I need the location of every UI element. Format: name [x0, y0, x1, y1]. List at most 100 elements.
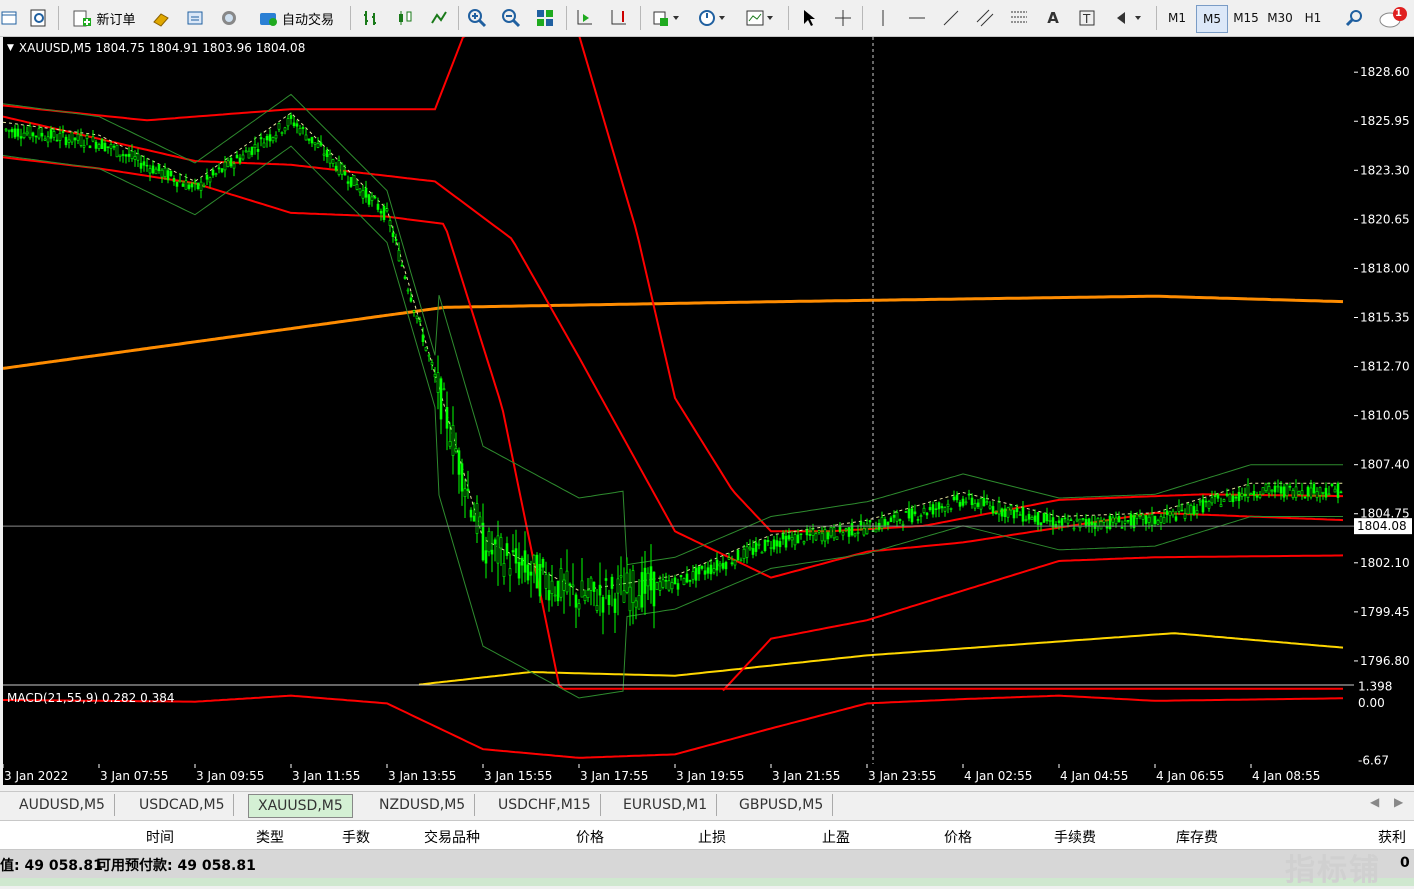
candle-body [346, 181, 350, 184]
candle-body [1324, 487, 1328, 498]
auto-trading-button[interactable]: 自动交易 [250, 5, 342, 31]
candle-body [748, 546, 752, 550]
timeframe-h1[interactable]: H1 [1298, 5, 1328, 31]
column-commission[interactable]: 手续费 [982, 827, 1096, 847]
price-tick-label: 1807.40 [1360, 458, 1410, 472]
tab-nzdusd[interactable]: NZDUSD,M5 [370, 794, 476, 816]
market-watch-icon[interactable] [182, 5, 208, 31]
line-chart-icon[interactable] [426, 5, 452, 31]
column-take-profit[interactable]: 止盈 [736, 827, 850, 847]
candle-body [931, 504, 935, 515]
watermark-logo: 指标铺 [1285, 853, 1381, 888]
bar-chart-icon[interactable] [358, 5, 384, 31]
trend-line-icon[interactable] [938, 5, 964, 31]
candle-body [475, 503, 479, 534]
candle-body [550, 580, 554, 594]
candle-body [439, 378, 443, 420]
candlestick-chart-icon[interactable] [392, 5, 418, 31]
candle-body [592, 581, 596, 592]
candle-body [745, 546, 749, 558]
crosshair-icon[interactable] [830, 5, 856, 31]
candle-body [1006, 507, 1010, 518]
candle-body [319, 142, 323, 146]
arrows-dropdown[interactable] [1108, 5, 1148, 31]
column-stop-loss[interactable]: 止损 [614, 827, 726, 847]
periods-dropdown[interactable] [692, 5, 732, 31]
candle-body [742, 548, 746, 560]
search-icon[interactable] [1342, 5, 1368, 31]
candle-body [142, 161, 146, 166]
trade-table-header: 时间 类型 手数 交易品种 价格 止损 止盈 价格 手续费 库存费 获利 [0, 820, 1414, 850]
column-volume[interactable]: 手数 [294, 827, 370, 847]
candle-body [613, 598, 617, 613]
tabs-scroll-left-icon[interactable]: ◀ [1370, 795, 1379, 809]
tabs-scroll-right-icon[interactable]: ▶ [1394, 795, 1403, 809]
timeframe-m30[interactable]: M30 [1264, 5, 1296, 31]
cursor-icon[interactable] [796, 5, 822, 31]
candle-body [163, 167, 167, 178]
zoom-chart-icon[interactable] [26, 5, 52, 31]
zoom-in-icon[interactable] [464, 5, 490, 31]
candle-body [400, 264, 404, 267]
chart-tabs: AUDUSD,M5 USDCAD,M5 XAUUSD,M5 NZDUSD,M5 … [0, 791, 1414, 818]
candle-body [811, 529, 815, 536]
candle-body [793, 534, 797, 546]
candle-body [598, 584, 602, 596]
vertical-line-icon[interactable] [870, 5, 896, 31]
tab-audusd[interactable]: AUDUSD,M5 [10, 794, 115, 816]
zoom-out-icon[interactable] [498, 5, 524, 31]
timeframe-m1[interactable]: M1 [1162, 5, 1192, 31]
tab-eurusd[interactable]: EURUSD,M1 [614, 794, 718, 816]
candle-body [868, 520, 872, 523]
candle-body [685, 573, 689, 583]
notifications-button[interactable]: 1 [1376, 5, 1410, 31]
band-upper-reversal-line [578, 37, 1343, 533]
candle-body [895, 512, 899, 522]
macd-tick-label: 1.398 [1358, 680, 1392, 694]
signals-icon[interactable] [216, 5, 242, 31]
equidistant-channel-icon[interactable] [972, 5, 998, 31]
candle-body [343, 171, 347, 176]
candle-body [376, 203, 380, 210]
column-profit[interactable]: 获利 [1336, 827, 1406, 847]
tab-gbpusd[interactable]: GBPUSD,M5 [730, 794, 834, 816]
tab-usdchf[interactable]: USDCHF,M15 [489, 794, 601, 816]
column-swap[interactable]: 库存费 [1106, 827, 1218, 847]
svg-text:T: T [1082, 12, 1091, 26]
text-icon[interactable]: A [1040, 5, 1066, 31]
caret-down-icon[interactable]: ▼ [7, 43, 14, 53]
balance-value: 值: 49 058.81 [0, 858, 103, 874]
column-symbol[interactable]: 交易品种 [380, 827, 480, 847]
candle-body [1069, 519, 1073, 522]
templates-dropdown[interactable] [740, 5, 780, 31]
column-type[interactable]: 类型 [184, 827, 284, 847]
candle-body [883, 519, 887, 526]
tab-usdcad[interactable]: USDCAD,M5 [130, 794, 235, 816]
candle-body [382, 205, 386, 220]
chart-window-icon[interactable] [0, 5, 18, 31]
column-price[interactable]: 价格 [490, 827, 604, 847]
tile-windows-icon[interactable] [532, 5, 558, 31]
timeframe-m5[interactable]: M5 [1196, 5, 1228, 33]
chart-shift-icon[interactable] [606, 5, 632, 31]
candle-body [514, 548, 518, 564]
timeframe-m15[interactable]: M15 [1230, 5, 1262, 31]
candle-body [664, 579, 668, 582]
auto-scroll-icon[interactable] [572, 5, 598, 31]
gold-bars-icon[interactable] [148, 5, 174, 31]
indicators-dropdown[interactable] [646, 5, 686, 31]
horizontal-line-icon[interactable] [904, 5, 930, 31]
price-tick-label: 1799.45 [1360, 605, 1410, 619]
price-chart[interactable]: ▼ XAUUSD,M5 1804.75 1804.91 1803.96 1804… [3, 37, 1354, 764]
candle-body [1201, 499, 1205, 513]
candle-body [805, 529, 809, 536]
column-time[interactable]: 时间 [100, 827, 174, 847]
tab-xauusd[interactable]: XAUUSD,M5 [248, 794, 353, 818]
candle-body [934, 508, 938, 511]
new-order-button[interactable]: 新订单 [66, 5, 142, 31]
text-label-icon[interactable]: T [1074, 5, 1100, 31]
candle-body [271, 137, 275, 142]
candle-body [1270, 489, 1274, 492]
column-current-price[interactable]: 价格 [860, 827, 972, 847]
fibonacci-icon[interactable] [1006, 5, 1032, 31]
